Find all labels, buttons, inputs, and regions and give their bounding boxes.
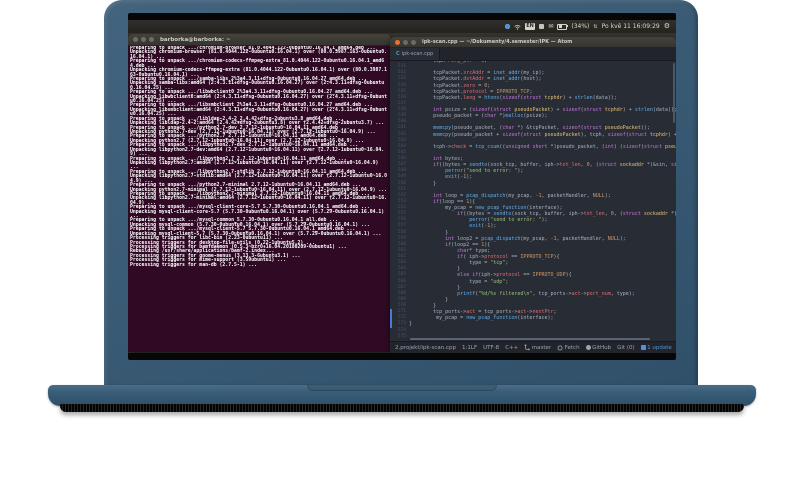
clock[interactable]: Po kvě 11 16:09:29 xyxy=(602,23,660,30)
status-cursor-position[interactable]: 1:1 xyxy=(462,345,471,351)
session-indicator-icon[interactable] xyxy=(539,24,545,29)
update-icon xyxy=(640,345,646,350)
battery-icon[interactable] xyxy=(557,23,569,30)
status-updates-button[interactable]: 1 update xyxy=(640,345,672,351)
wifi-icon[interactable] xyxy=(514,24,521,30)
horizontal-scrollbar[interactable] xyxy=(410,338,650,340)
laptop-screen: EN ✉ (34%) ⇅ Po kvě 11 16:09:29 ⚙ barbor… xyxy=(128,13,676,360)
atom-titlebar[interactable]: ipk-scan.cpp — ~/Dokumenty/4.semester/IP… xyxy=(390,37,676,48)
fetch-icon xyxy=(557,345,563,350)
status-line-ending[interactable]: LF xyxy=(471,345,477,351)
app-indicator-icon[interactable] xyxy=(504,24,510,29)
sync-arrows-icon[interactable]: ⇅ xyxy=(593,24,597,30)
maximize-button[interactable] xyxy=(411,39,416,45)
tab-bar: C ipk-scan.cpp xyxy=(390,48,676,61)
status-fetch-button[interactable]: Fetch xyxy=(557,345,580,351)
code-area[interactable]: tcph->urg_ptr = 0; tcpPacket.srcAddr = i… xyxy=(409,61,676,342)
status-bar: 2.projekt/ipk-scan.cpp 1:1 LF UTF-8 C++ xyxy=(390,341,676,353)
laptop-base-notch xyxy=(307,385,497,391)
status-encoding[interactable]: UTF-8 xyxy=(483,345,499,351)
laptop-base xyxy=(48,385,756,406)
cpp-file-icon: C xyxy=(396,51,400,57)
status-file-path[interactable]: 2.projekt/ipk-scan.cpp xyxy=(395,345,456,351)
terminal-title: barborka@barborka: ~ xyxy=(160,36,231,43)
close-button[interactable] xyxy=(133,37,138,42)
terminal-output[interactable]: Preparing to unpack .../chromium-browser… xyxy=(128,46,391,352)
laptop-mockup: EN ✉ (34%) ⇅ Po kvě 11 16:09:29 ⚙ barbor… xyxy=(0,0,800,477)
atom-window: ipk-scan.cpp — ~/Dokumenty/4.semester/IP… xyxy=(390,37,676,353)
message-indicator-icon[interactable]: ✉ xyxy=(548,23,553,30)
laptop-bezel: EN ✉ (34%) ⇅ Po kvě 11 16:09:29 ⚙ barbor… xyxy=(104,0,698,389)
maximize-button[interactable] xyxy=(149,37,154,42)
status-language[interactable]: C++ xyxy=(505,345,518,351)
code-line[interactable]: tcph->check = tcp_csum((unsigned short *… xyxy=(409,144,676,150)
branch-icon xyxy=(524,344,531,351)
battery-percentage: (34%) xyxy=(571,23,590,30)
terminal-line: Processing triggers for man-db (2.7.5-1)… xyxy=(130,262,258,268)
line-number-gutter: 5305315325335345355365375385395405415425… xyxy=(390,61,409,342)
vertical-scrollbar[interactable] xyxy=(673,63,675,123)
keyboard-layout-indicator[interactable]: EN xyxy=(524,23,536,30)
terminal-titlebar[interactable]: barborka@barborka: ~ xyxy=(128,34,391,46)
line-number: 575 xyxy=(397,333,406,339)
minimize-button[interactable] xyxy=(403,39,408,45)
close-button[interactable] xyxy=(395,39,400,45)
code-line[interactable]: memcpy(pseudo_packet + sizeof(struct pse… xyxy=(409,132,676,138)
status-git-branch[interactable]: master xyxy=(524,344,551,351)
minimize-button[interactable] xyxy=(141,37,146,42)
top-panel: EN ✉ (34%) ⇅ Po kvě 11 16:09:29 ⚙ xyxy=(128,20,676,33)
code-editor[interactable]: 5305315325335345355365375385395405415425… xyxy=(390,61,676,342)
atom-title: ipk-scan.cpp — ~/Dokumenty/4.semester/IP… xyxy=(422,39,573,45)
desktop: EN ✉ (34%) ⇅ Po kvě 11 16:09:29 ⚙ barbor… xyxy=(128,20,676,353)
status-git-changes[interactable]: Git (0) xyxy=(617,345,635,351)
terminal-window: barborka@barborka: ~ Preparing to unpack… xyxy=(128,34,391,352)
github-icon xyxy=(585,345,591,350)
tab-label: ipk-scan.cpp xyxy=(401,51,434,57)
tab-ipk-scan-cpp[interactable]: C ipk-scan.cpp xyxy=(390,48,441,60)
status-github-button[interactable]: GitHub xyxy=(585,345,611,351)
session-gear-icon[interactable]: ⚙ xyxy=(664,23,670,30)
laptop-base-bottom xyxy=(60,404,744,412)
